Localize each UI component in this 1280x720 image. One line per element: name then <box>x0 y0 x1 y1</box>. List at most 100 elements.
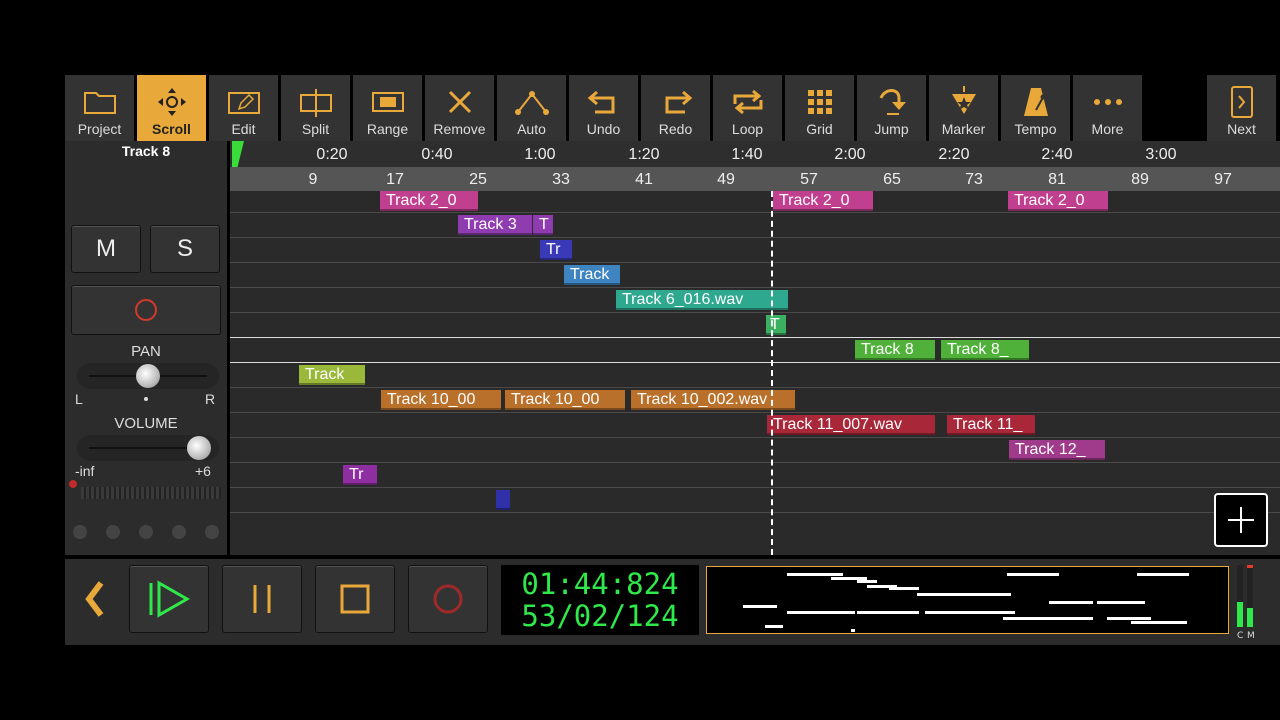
next-icon <box>1222 85 1262 119</box>
audio-clip[interactable]: Tr <box>540 240 572 260</box>
audio-clip[interactable]: Track <box>564 265 620 285</box>
time-tick: 2:40 <box>1041 146 1073 163</box>
track-level-meter <box>81 487 221 499</box>
pan-knob[interactable] <box>136 364 160 388</box>
remove-label: Remove <box>433 121 486 137</box>
more-icon <box>1088 85 1128 119</box>
range-button[interactable]: Range <box>353 75 423 141</box>
lane-divider <box>230 262 1280 263</box>
grid-icon <box>800 85 840 119</box>
audio-clip[interactable]: Track 8 <box>855 340 935 360</box>
loop-button[interactable]: Loop <box>713 75 783 141</box>
edit-button[interactable]: Edit <box>209 75 279 141</box>
range-label: Range <box>366 121 409 137</box>
arrangement-timeline[interactable]: 0:20 0:40 1:00 1:20 1:40 2:00 2:20 2:40 … <box>230 141 1280 555</box>
scroll-button[interactable]: Scroll <box>137 75 207 141</box>
bar-tick: 97 <box>1214 171 1232 188</box>
move-icon <box>152 85 192 119</box>
undo-button[interactable]: Undo <box>569 75 639 141</box>
next-button[interactable]: Next <box>1207 75 1277 141</box>
overview-clip <box>1003 617 1093 620</box>
overview-clip <box>1049 601 1093 604</box>
track-panel: Track 8 M S PAN L R VOLUME -inf +6 <box>65 141 227 555</box>
record-arm-button[interactable] <box>71 285 221 335</box>
record-button[interactable] <box>408 565 488 633</box>
audio-clip[interactable]: Track 11_007.wav <box>767 415 935 435</box>
lane-divider <box>230 237 1280 238</box>
pan-slider[interactable] <box>77 363 219 389</box>
audio-clip[interactable]: Track 2_0 <box>1008 191 1108 211</box>
lane-divider-selected <box>230 362 1280 363</box>
toolbar: Project Scroll Edit Split Range Remove A… <box>65 75 1280 141</box>
audio-clip[interactable]: Track <box>299 365 365 385</box>
audio-clip[interactable]: Track 2_0 <box>380 191 478 211</box>
stop-button[interactable] <box>315 565 395 633</box>
solo-button[interactable]: S <box>150 225 220 273</box>
playhead[interactable] <box>771 191 773 555</box>
metronome-icon <box>1016 85 1056 119</box>
redo-button[interactable]: Redo <box>641 75 711 141</box>
audio-clip[interactable]: Track 6_016.wav <box>616 290 788 310</box>
overview-clip <box>1007 573 1059 576</box>
audio-clip[interactable]: Track 12_ <box>1009 440 1105 460</box>
split-button[interactable]: Split <box>281 75 351 141</box>
mute-button[interactable]: M <box>71 225 141 273</box>
audio-clip[interactable]: Track 10_00 <box>505 390 625 410</box>
level-meter-m <box>1247 565 1253 627</box>
effect-slot[interactable] <box>205 525 219 539</box>
effect-slot[interactable] <box>139 525 153 539</box>
audio-clip[interactable] <box>496 490 510 510</box>
overview-clip <box>857 611 919 614</box>
more-button[interactable]: More <box>1073 75 1143 141</box>
next-label: Next <box>1227 121 1256 137</box>
effect-slot[interactable] <box>106 525 120 539</box>
range-icon <box>368 85 408 119</box>
audio-clip[interactable]: Track 3 <box>458 215 532 235</box>
effect-slots <box>73 525 223 541</box>
time-tick: 0:40 <box>421 146 453 163</box>
lane-divider <box>230 412 1280 413</box>
collapse-chevron-icon[interactable] <box>83 579 107 629</box>
audio-clip[interactable]: T <box>533 215 553 235</box>
record-icon <box>433 584 463 614</box>
tempo-button[interactable]: Tempo <box>1001 75 1071 141</box>
song-overview[interactable] <box>706 566 1229 634</box>
audio-clip[interactable]: Track 2_0 <box>773 191 873 211</box>
overview-clip <box>743 605 777 608</box>
audio-clip[interactable]: Track 11_ <box>947 415 1035 435</box>
effect-slot[interactable] <box>73 525 87 539</box>
audio-clip[interactable]: Track 10_00 <box>381 390 501 410</box>
auto-label: Auto <box>517 121 546 137</box>
project-button[interactable]: Project <box>65 75 135 141</box>
volume-knob[interactable] <box>186 436 211 460</box>
audio-clip[interactable]: Tr <box>343 465 377 485</box>
overview-clip <box>1097 601 1145 604</box>
bar-tick: 57 <box>800 171 818 188</box>
effect-slot[interactable] <box>172 525 186 539</box>
bar-tick: 49 <box>717 171 735 188</box>
time-ruler[interactable]: 0:20 0:40 1:00 1:20 1:40 2:00 2:20 2:40 … <box>230 141 1280 189</box>
lane-divider <box>230 437 1280 438</box>
undo-icon <box>584 85 624 119</box>
time-tick: 2:20 <box>938 146 970 163</box>
transport-clock[interactable]: 01:44:824 53/02/124 <box>501 565 699 635</box>
add-track-button[interactable] <box>1214 493 1268 547</box>
overview-clip <box>1131 621 1187 624</box>
overview-clip <box>1137 573 1189 576</box>
lane-divider <box>230 387 1280 388</box>
overview-clip <box>765 625 783 628</box>
volume-slider[interactable] <box>77 435 219 461</box>
auto-button[interactable]: Auto <box>497 75 567 141</box>
remove-button[interactable]: Remove <box>425 75 495 141</box>
volume-min-label: -inf <box>75 463 95 479</box>
grid-button[interactable]: Grid <box>785 75 855 141</box>
play-button[interactable] <box>129 565 209 633</box>
jump-button[interactable]: Jump <box>857 75 927 141</box>
marker-button[interactable]: Marker <box>929 75 999 141</box>
audio-clip[interactable]: T <box>766 315 786 335</box>
time-tick: 3:00 <box>1145 146 1177 163</box>
pause-button[interactable] <box>222 565 302 633</box>
overview-clip <box>917 593 1011 596</box>
meter-label-c: C <box>1237 631 1244 641</box>
audio-clip[interactable]: Track 8_ <box>941 340 1029 360</box>
